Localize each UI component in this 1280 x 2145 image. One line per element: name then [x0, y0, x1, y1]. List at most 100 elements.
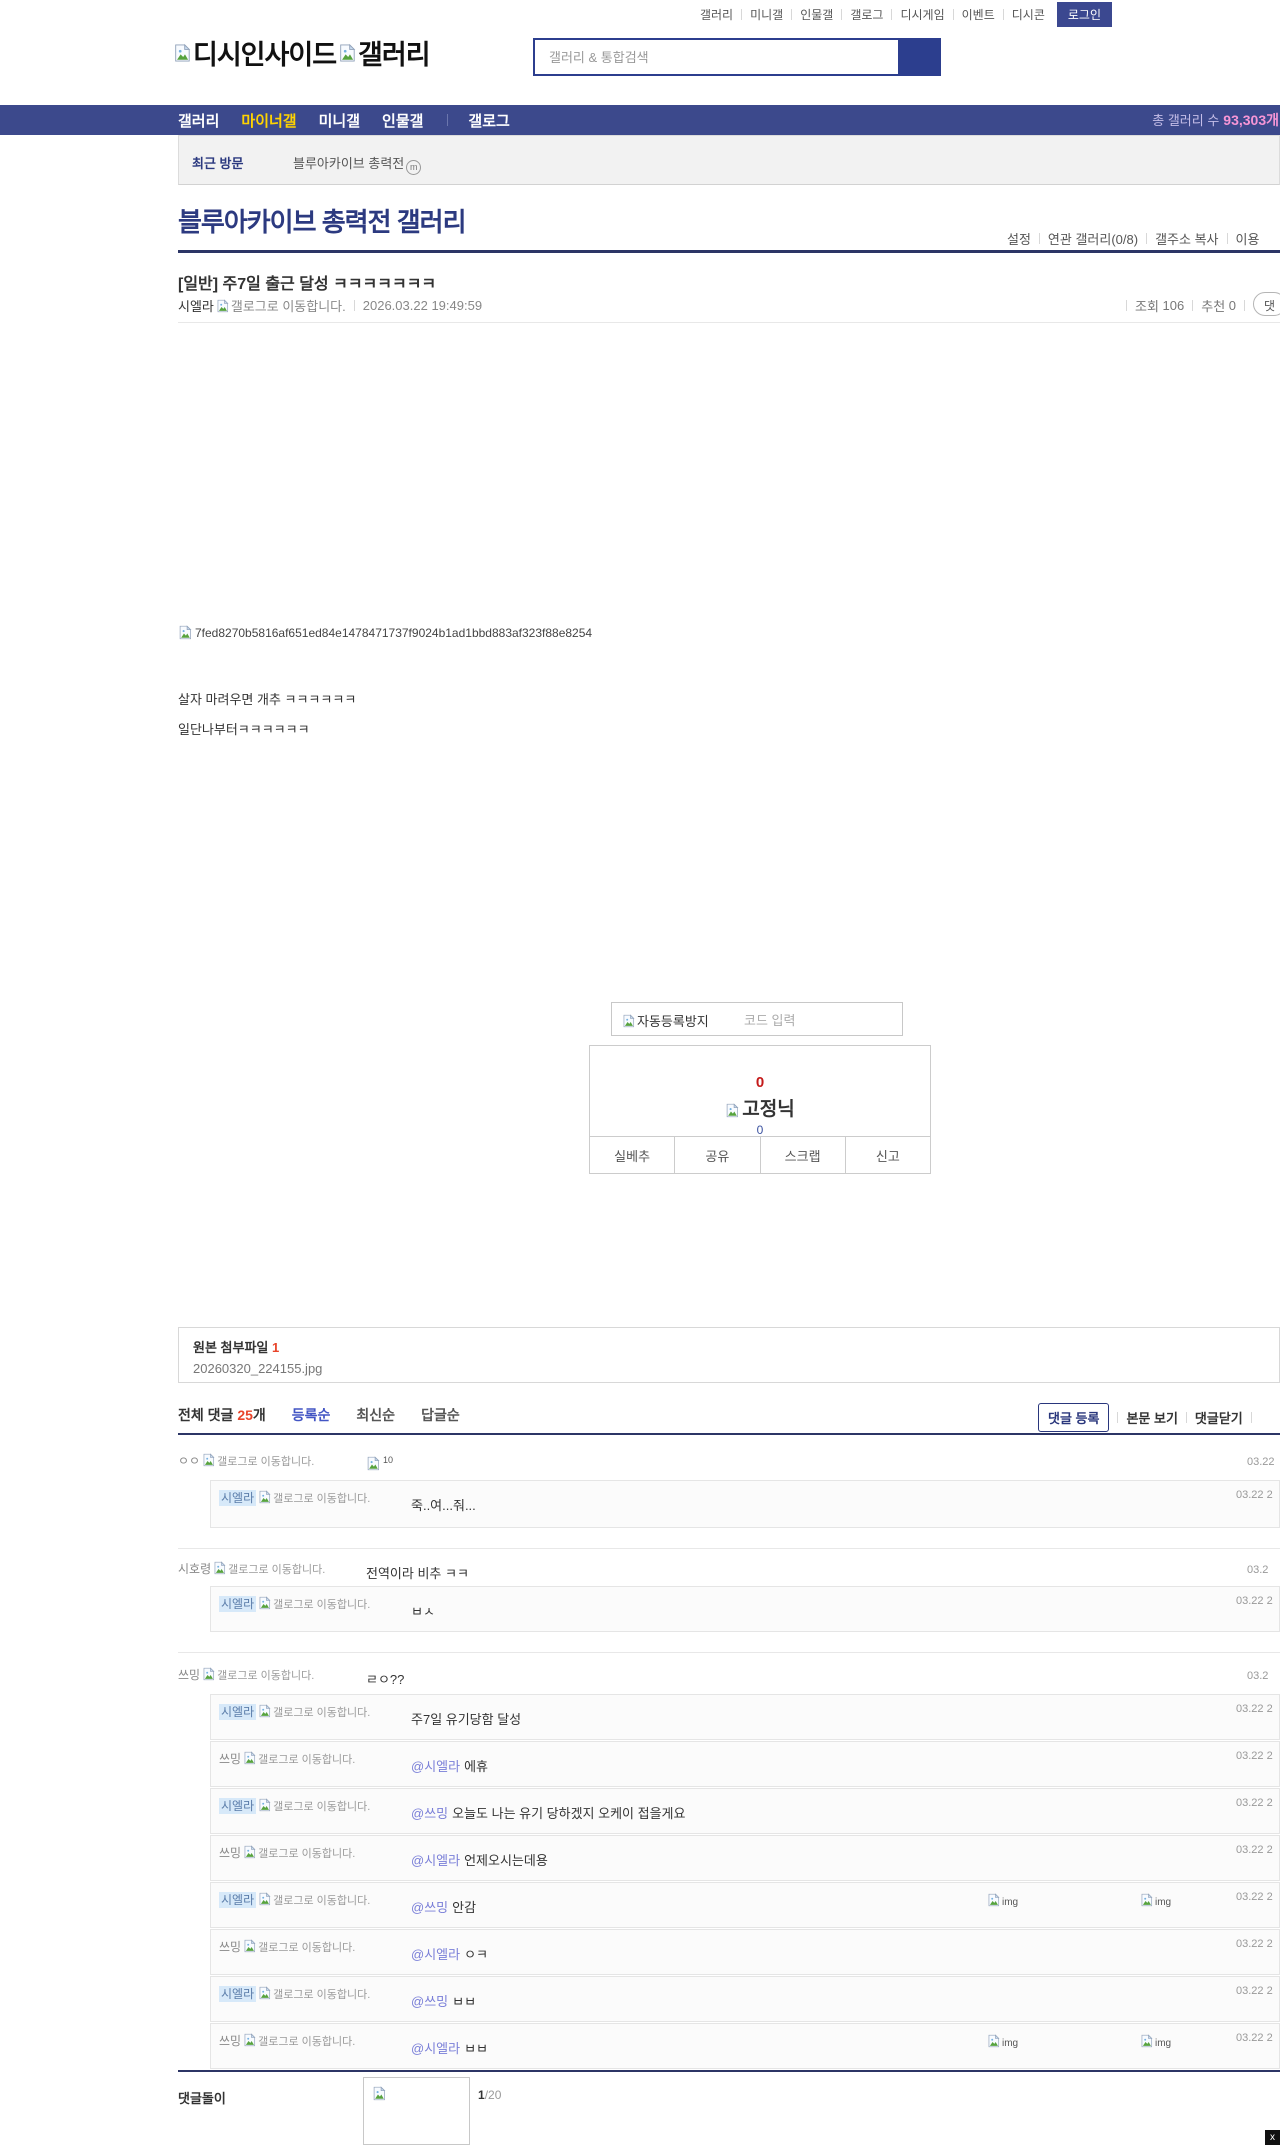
minor-gallery-badge-icon: m: [406, 160, 422, 175]
comment-count-pill[interactable]: 댓: [1253, 292, 1280, 316]
gallog-link[interactable]: 갤로그로 이동합니다.: [273, 1707, 370, 1719]
top-link-4[interactable]: 디시게임: [900, 6, 944, 23]
search-input[interactable]: [535, 40, 898, 74]
gallog-link[interactable]: 갤로그로 이동합니다.: [273, 1801, 370, 1813]
top-link-6[interactable]: 디시콘: [1012, 6, 1045, 23]
gallog-link[interactable]: 갤로그로 이동합니다.: [231, 296, 346, 315]
comment-mention[interactable]: @쓰밍: [411, 1994, 448, 2009]
top-link-2[interactable]: 인물갤: [800, 6, 833, 23]
comment-author[interactable]: 쓰밍 갤로그로 이동합니다.: [219, 1939, 404, 1956]
comment-nickname[interactable]: 쓰밍: [219, 2034, 241, 2048]
gallog-link[interactable]: 갤로그로 이동합니다.: [217, 1670, 314, 1682]
sort-0[interactable]: 등록순: [292, 1405, 331, 1425]
top-link-3[interactable]: 갤로그: [850, 6, 883, 23]
comment-reply-row: 시엘라 갤로그로 이동합니다. 죽..여...줘... 03.22 2: [210, 1480, 1280, 1528]
gallog-link[interactable]: 갤로그로 이동합니다.: [273, 1493, 370, 1505]
gallog-link[interactable]: 갤로그로 이동합니다.: [273, 1895, 370, 1907]
post-image-broken[interactable]: 7fed8270b5816af651ed84e1478471737f9024b1…: [178, 625, 592, 640]
gallog-link[interactable]: 갤로그로 이동합니다.: [258, 1848, 355, 1860]
comment-nickname[interactable]: 시엘라: [219, 1704, 257, 1720]
captcha-input[interactable]: [742, 1006, 896, 1034]
action-button-1[interactable]: 공유: [674, 1137, 759, 1173]
nav-item-3[interactable]: 인물갤: [382, 110, 423, 131]
comment-mention[interactable]: @시엘라: [411, 2041, 460, 2056]
comment-text-value: 주7일 유기당함 달성: [411, 1712, 522, 1727]
attachment-filename[interactable]: 20260320_224155.jpg: [193, 1361, 1265, 1376]
view-post-button[interactable]: 본문 보기: [1126, 1408, 1177, 1427]
breadcrumb[interactable]: 블루아카이브 총력전 m: [293, 153, 422, 175]
top-link-5[interactable]: 이벤트: [962, 6, 995, 23]
comment-author[interactable]: 쓰밍 갤로그로 이동합니다.: [219, 2033, 404, 2050]
comment-nickname[interactable]: 시호령: [178, 1562, 211, 1576]
comment-nickname[interactable]: 시엘라: [219, 1596, 257, 1612]
comment-author[interactable]: 쓰밍 갤로그로 이동합니다.: [178, 1667, 353, 1684]
action-button-2[interactable]: 스크랩: [759, 1137, 845, 1173]
site-logo[interactable]: 디시인사이드 갤러리: [171, 33, 431, 72]
comment-nickname[interactable]: 쓰밍: [219, 1846, 241, 1860]
gallery-link-3[interactable]: 이용: [1236, 229, 1260, 248]
recommend-count: 0: [1228, 298, 1237, 313]
sort-2[interactable]: 답글순: [421, 1405, 460, 1425]
recent-visit-label[interactable]: 최근 방문: [192, 153, 243, 172]
comment-author[interactable]: 쓰밍 갤로그로 이동합니다.: [219, 1751, 404, 1768]
gallery-link-0[interactable]: 설정: [1007, 229, 1031, 248]
comment-author[interactable]: 시엘라 갤로그로 이동합니다.: [219, 1704, 404, 1721]
broken-image-icon: [258, 1892, 271, 1906]
divider: [1117, 1412, 1119, 1423]
writer-nickname[interactable]: 시엘라: [178, 296, 214, 315]
close-icon[interactable]: x: [1265, 2130, 1280, 2145]
gallog-link[interactable]: 갤로그로 이동합니다.: [258, 1754, 355, 1766]
comment-author[interactable]: 시엘라 갤로그로 이동합니다.: [219, 1490, 404, 1507]
comment-timestamp: 03.22 2: [1236, 1844, 1273, 1856]
upvote-count: 0: [755, 1074, 765, 1091]
comment-nickname[interactable]: 시엘라: [219, 1490, 257, 1506]
comment-author[interactable]: ㅇㅇ 갤로그로 이동합니다.: [178, 1453, 353, 1470]
top-link-0[interactable]: 갤러리: [700, 6, 733, 23]
gallog-link[interactable]: 갤로그로 이동합니다.: [258, 2036, 355, 2048]
gallog-link[interactable]: 갤로그로 이동합니다.: [228, 1564, 325, 1576]
post-image-alt-text: 7fed8270b5816af651ed84e1478471737f9024b1…: [195, 625, 593, 640]
comment-nickname[interactable]: 시엘라: [219, 1892, 257, 1908]
action-button-3[interactable]: 신고: [844, 1137, 930, 1173]
page-title[interactable]: 블루아카이브 총력전 갤러리: [178, 202, 466, 239]
comment-author[interactable]: 쓰밍 갤로그로 이동합니다.: [219, 1845, 404, 1862]
comment-nickname[interactable]: 시엘라: [219, 1798, 257, 1814]
gallog-link[interactable]: 갤로그로 이동합니다.: [273, 1989, 370, 2001]
comment-register-button[interactable]: 댓글 등록: [1038, 1403, 1110, 1432]
comment-nickname[interactable]: ㅇㅇ: [178, 1454, 200, 1468]
sort-1[interactable]: 최신순: [356, 1405, 395, 1425]
nav-item-1[interactable]: 마이너갤: [241, 110, 296, 131]
comment-mention[interactable]: @시엘라: [411, 1759, 460, 1774]
post-stats: 조회 106 추천 0: [1118, 296, 1253, 315]
top-link-1[interactable]: 미니갤: [750, 6, 783, 23]
comment-author[interactable]: 시엘라 갤로그로 이동합니다.: [219, 1986, 404, 2003]
comment-author[interactable]: 시엘라 갤로그로 이동합니다.: [219, 1596, 404, 1613]
gallog-link[interactable]: 갤로그로 이동합니다.: [258, 1942, 355, 1954]
login-button[interactable]: 로그인: [1056, 1, 1112, 27]
comment-nickname[interactable]: 쓰밍: [178, 1668, 200, 1682]
nav-item-0[interactable]: 갤러리: [178, 110, 219, 131]
comment-mention[interactable]: @쓰밍: [411, 1900, 448, 1915]
comment-author[interactable]: 시엘라 갤로그로 이동합니다.: [219, 1892, 404, 1909]
search-button[interactable]: [898, 40, 939, 74]
gallog-link[interactable]: 갤로그로 이동합니다.: [217, 1456, 314, 1468]
comment-mention[interactable]: @시엘라: [411, 1947, 460, 1962]
comment-author[interactable]: 시호령 갤로그로 이동합니다.: [178, 1561, 353, 1578]
action-button-0[interactable]: 실베추: [590, 1137, 674, 1173]
comment-nickname[interactable]: 쓰밍: [219, 1940, 241, 1954]
breadcrumb-gallery-name[interactable]: 블루아카이브 총력전: [293, 156, 404, 171]
comment-nickname[interactable]: 쓰밍: [219, 1752, 241, 1766]
comment-mention[interactable]: @시엘라: [411, 1853, 460, 1868]
comment-nickname[interactable]: 시엘라: [219, 1986, 257, 2002]
gallery-link-1[interactable]: 연관 갤러리(0/8): [1048, 229, 1138, 248]
close-comments-button[interactable]: 댓글닫기: [1195, 1408, 1243, 1427]
nav-item-4[interactable]: 갤로그: [468, 110, 509, 131]
views-count: 106: [1162, 298, 1185, 313]
fixed-nick-recommend[interactable]: 고정닉: [590, 1094, 930, 1121]
comment-mention[interactable]: @쓰밍: [411, 1806, 448, 1821]
nav-item-2[interactable]: 미니갤: [319, 110, 360, 131]
gallog-link[interactable]: 갤로그로 이동합니다.: [273, 1599, 370, 1611]
gallery-link-2[interactable]: 갤주소 복사: [1155, 229, 1218, 248]
comment-author[interactable]: 시엘라 갤로그로 이동합니다.: [219, 1798, 404, 1815]
broken-image-icon: [1140, 2034, 1153, 2048]
